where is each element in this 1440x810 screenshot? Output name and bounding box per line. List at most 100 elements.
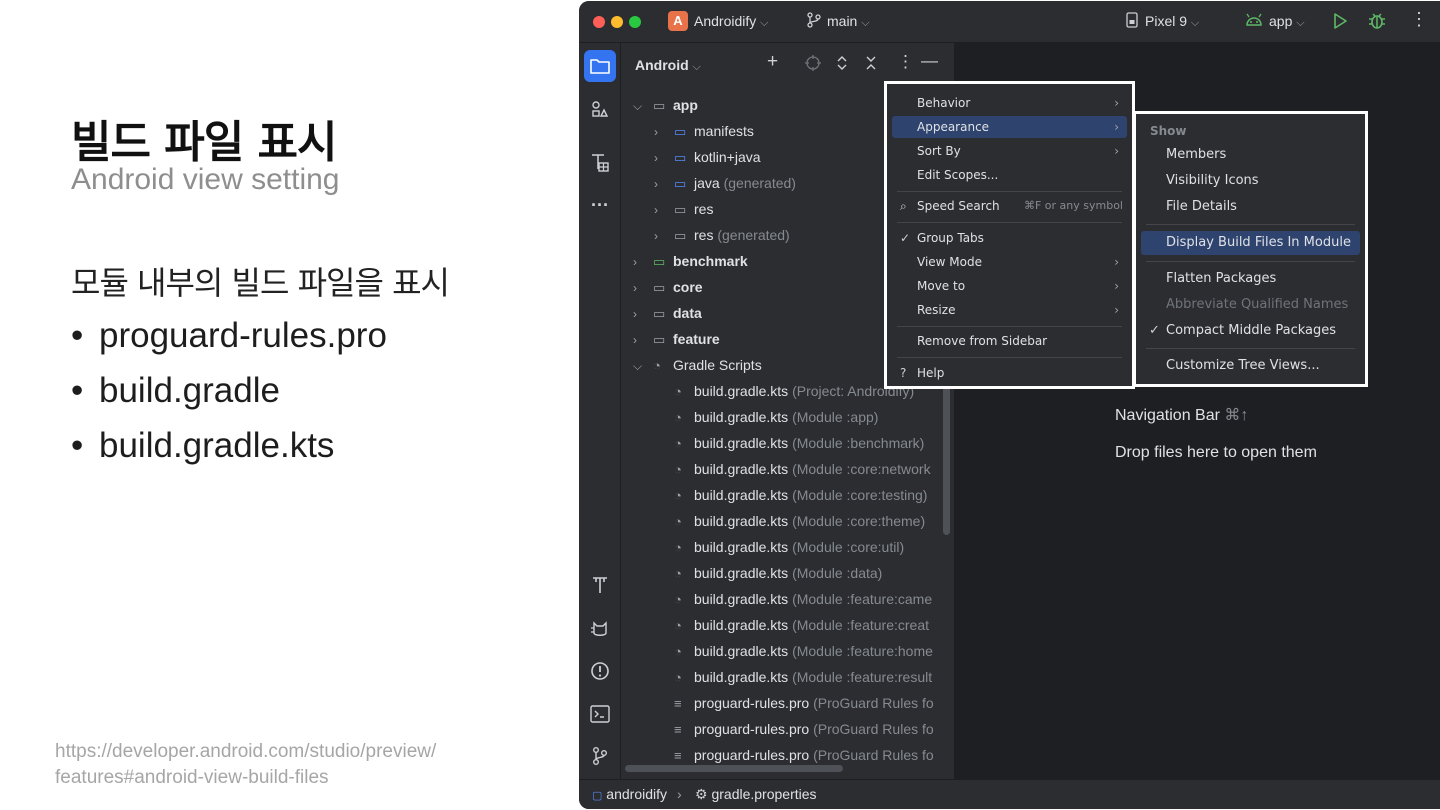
menu-item-abbreviate-names: Abbreviate Qualified Names: [1166, 297, 1349, 312]
tree-node-gradle-file[interactable]: ◔ build.gradle.kts (Module :feature:home: [674, 638, 933, 664]
gear-icon: ⚙: [695, 786, 708, 802]
menu-item-view-mode[interactable]: View Mode ›: [892, 251, 1127, 273]
tree-node-gradle-file[interactable]: ◔ build.gradle.kts (Module :feature:came: [674, 586, 932, 612]
menu-item-compact-middle-packages[interactable]: ✓ Compact Middle Packages: [1141, 320, 1360, 342]
menu-item-help[interactable]: ? Help: [892, 362, 1127, 384]
chevron-down-icon[interactable]: ⌵: [633, 93, 653, 119]
tree-node-gradle-file[interactable]: ◔ build.gradle.kts (Module :benchmark): [674, 430, 924, 456]
tree-node-gradle-file[interactable]: ◔ build.gradle.kts (Module :core:theme): [674, 508, 925, 534]
chevron-right-icon: ›: [1114, 303, 1119, 317]
tree-node-data[interactable]: › ▭ data: [633, 300, 702, 326]
tree-node-kotlin-java[interactable]: › ▭ kotlin+java: [654, 144, 761, 170]
menu-item-move-to[interactable]: Move to ›: [892, 275, 1127, 297]
resource-manager-icon[interactable]: [584, 93, 616, 125]
more-options-icon[interactable]: ⋮: [1410, 9, 1428, 30]
title-bar: A Androidify ⌵ main ⌵ Pixel 9 ⌵ app ⌵ ⋮: [579, 1, 1440, 43]
breadcrumb-file[interactable]: ⚙ gradle.properties: [695, 786, 817, 803]
zoom-window-button[interactable]: [629, 16, 641, 28]
tree-node-core[interactable]: › ▭ core: [633, 274, 703, 300]
menu-item-display-build-files[interactable]: Display Build Files In Module: [1141, 231, 1360, 255]
menu-item-visibility-icons[interactable]: Visibility Icons: [1141, 170, 1360, 192]
chevron-right-icon[interactable]: ›: [654, 223, 674, 249]
panel-options-menu: Behavior › Appearance › Sort By › Edit Scop…: [884, 81, 1135, 389]
tree-node-res-generated[interactable]: › ▭ res (generated): [654, 222, 790, 248]
chevron-right-icon[interactable]: ›: [633, 275, 653, 301]
source-link: https://developer.android.com/studio/pre…: [55, 739, 436, 791]
menu-item-speed-search[interactable]: ⌕ Speed Search ⌘F or any symbol: [892, 195, 1127, 217]
menu-item-remove-from-sidebar[interactable]: Remove from Sidebar: [892, 330, 1127, 352]
expand-all-icon[interactable]: [836, 55, 848, 76]
bullet-item: • build.gradle: [71, 369, 387, 424]
chevron-right-icon[interactable]: ›: [633, 249, 653, 275]
menu-item-customize-tree-views[interactable]: Customize Tree Views...: [1141, 355, 1360, 377]
close-window-button[interactable]: [593, 16, 605, 28]
add-icon[interactable]: +: [767, 51, 778, 73]
run-button[interactable]: [1332, 12, 1348, 34]
options-menu-icon[interactable]: ⋮: [897, 52, 914, 72]
tree-node-proguard-file[interactable]: ≡ proguard-rules.pro (ProGuard Rules fo: [674, 716, 934, 742]
tree-node-gradle-file[interactable]: ◔ build.gradle.kts (Module :app): [674, 404, 878, 430]
tree-node-feature[interactable]: › ▭ feature: [633, 326, 720, 352]
tree-node-gradle-file[interactable]: ◔ build.gradle.kts (Module :core:network: [674, 456, 931, 482]
menu-item-sort-by[interactable]: Sort By ›: [892, 140, 1127, 162]
version-control-icon[interactable]: [584, 740, 616, 772]
menu-item-flatten-packages[interactable]: Flatten Packages: [1141, 268, 1360, 290]
gradle-kts-icon: ◔: [674, 566, 682, 581]
tree-node-gradle-file[interactable]: ◔ build.gradle.kts (Project: Androidify): [674, 378, 914, 404]
logcat-icon[interactable]: [584, 613, 616, 645]
source-line: https://developer.android.com/studio/pre…: [55, 741, 437, 762]
collapse-all-icon[interactable]: [865, 55, 877, 76]
more-tools-icon[interactable]: ···: [584, 189, 616, 221]
branch-selector[interactable]: main ⌵: [827, 13, 870, 30]
device-selector[interactable]: Pixel 9 ⌵: [1145, 13, 1199, 30]
menu-item-edit-scopes[interactable]: Edit Scopes...: [892, 164, 1127, 186]
menu-item-members[interactable]: Members: [1141, 144, 1360, 166]
tree-node-res[interactable]: › ▭ res: [654, 196, 713, 222]
menu-item-behavior[interactable]: Behavior ›: [892, 92, 1127, 114]
shortcut-text: ⌘F or any symbol: [1023, 199, 1123, 212]
tree-node-proguard-file[interactable]: ≡ proguard-rules.pro (ProGuard Rules fo: [674, 690, 934, 716]
project-tool-button[interactable]: [584, 50, 616, 82]
tree-node-gradle-file[interactable]: ◔ build.gradle.kts (Module :data): [674, 560, 882, 586]
menu-item-appearance[interactable]: Appearance ›: [892, 116, 1127, 138]
debug-button[interactable]: [1368, 11, 1386, 35]
breadcrumb-project[interactable]: ▢ androidify: [592, 786, 667, 802]
project-selector[interactable]: Androidify ⌵: [694, 13, 769, 30]
chevron-right-icon[interactable]: ›: [654, 197, 674, 223]
menu-divider: [1146, 224, 1355, 225]
tree-node-gradle-file[interactable]: ◔ build.gradle.kts (Module :core:util): [674, 534, 904, 560]
panel-view-selector[interactable]: Android ⌵: [635, 57, 701, 74]
hide-panel-icon[interactable]: —: [921, 51, 938, 71]
chevron-right-icon[interactable]: ›: [654, 171, 674, 197]
tree-node-gradle-file[interactable]: ◔ build.gradle.kts (Module :feature:resul…: [674, 664, 932, 690]
tree-node-java-generated[interactable]: › ▭ java (generated): [654, 170, 796, 196]
problems-icon[interactable]: [584, 655, 616, 687]
chevron-right-icon[interactable]: ›: [633, 301, 653, 327]
drop-files-hint: Drop files here to open them: [1115, 444, 1317, 461]
chevron-right-icon[interactable]: ›: [633, 327, 653, 353]
build-variants-icon[interactable]: [584, 569, 616, 601]
chevron-right-icon[interactable]: ›: [654, 145, 674, 171]
module-folder-icon: ▭: [653, 98, 666, 113]
tree-node-gradle-scripts[interactable]: ⌵ ◔ Gradle Scripts: [633, 352, 762, 378]
menu-item-group-tabs[interactable]: ✓ Group Tabs: [892, 227, 1127, 249]
tree-node-benchmark[interactable]: › ▭ benchmark: [633, 248, 748, 274]
checkmark-icon: ✓: [1149, 323, 1160, 338]
chevron-right-icon: ›: [1114, 120, 1119, 134]
slide-title: 빌드 파일 표시: [71, 117, 338, 168]
tree-node-manifests[interactable]: › ▭ manifests: [654, 118, 754, 144]
menu-item-resize[interactable]: Resize ›: [892, 299, 1127, 321]
menu-item-file-details[interactable]: File Details: [1141, 196, 1360, 218]
horizontal-scrollbar[interactable]: [625, 765, 843, 772]
tree-node-gradle-file[interactable]: ◔ build.gradle.kts (Module :feature:creat: [674, 612, 929, 638]
chevron-down-icon[interactable]: ⌵: [633, 353, 653, 379]
minimize-window-button[interactable]: [611, 16, 623, 28]
run-config-selector[interactable]: app ⌵: [1269, 13, 1305, 30]
locate-icon[interactable]: [805, 55, 821, 76]
tree-node-gradle-file[interactable]: ◔ build.gradle.kts (Module :core:testing): [674, 482, 927, 508]
branch-name: main: [827, 13, 858, 29]
tree-node-app[interactable]: ⌵ ▭ app: [633, 92, 698, 118]
chevron-right-icon[interactable]: ›: [654, 119, 674, 145]
terminal-icon[interactable]: [584, 698, 616, 730]
database-inspector-icon[interactable]: [584, 147, 616, 179]
